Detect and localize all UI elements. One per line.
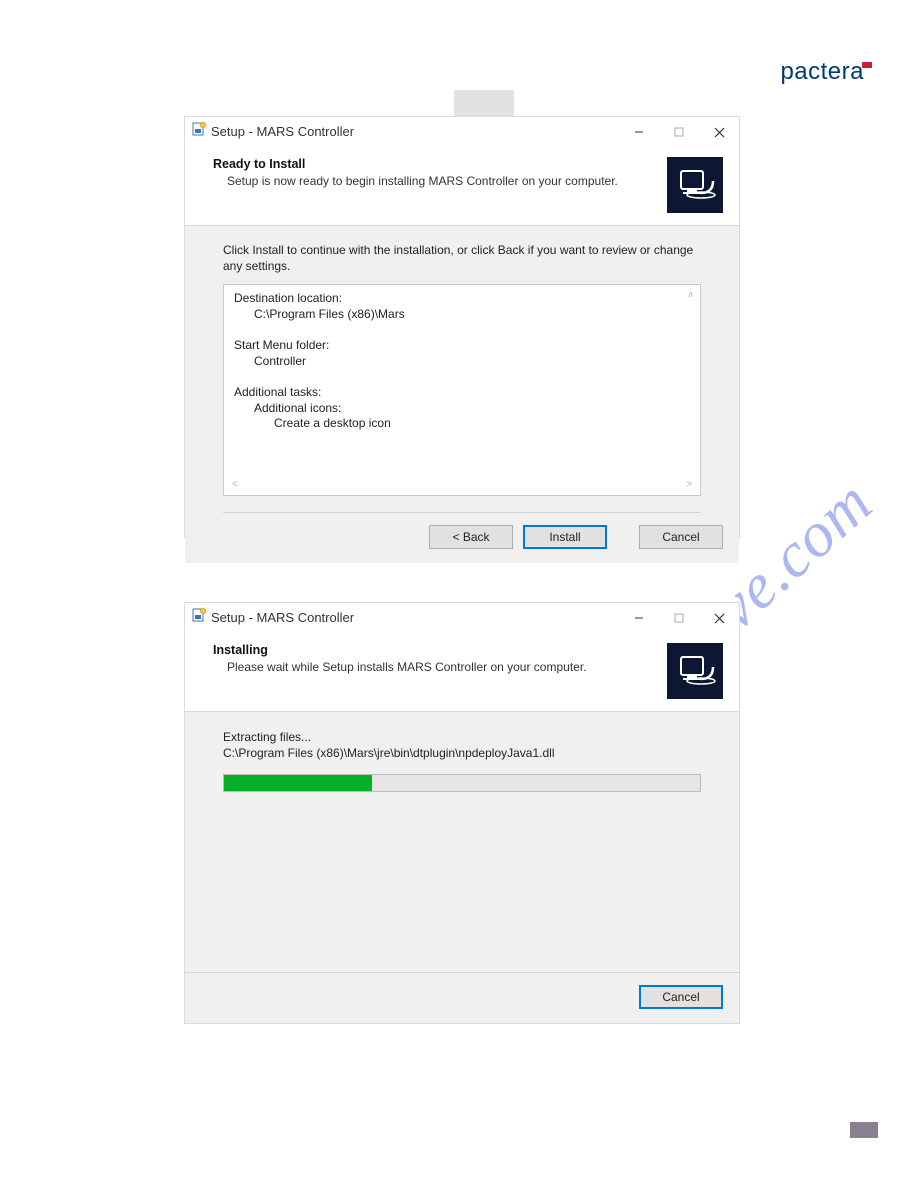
titlebar: Setup - MARS Controller xyxy=(185,603,739,633)
brand-accent-icon xyxy=(862,62,872,68)
wizard-header: Ready to Install Setup is now ready to b… xyxy=(185,147,739,226)
window-controls xyxy=(619,603,739,633)
button-row: Cancel xyxy=(185,972,739,1023)
scroll-up-icon[interactable]: ∧ xyxy=(687,289,694,301)
wizard-icon xyxy=(667,643,723,699)
wizard-header: Installing Please wait while Setup insta… xyxy=(185,633,739,712)
wizard-header-text: Ready to Install Setup is now ready to b… xyxy=(213,157,618,188)
minimize-button[interactable] xyxy=(619,603,659,633)
window-title: Setup - MARS Controller xyxy=(211,610,354,625)
button-row: < Back Install Cancel xyxy=(185,513,739,563)
install-summary: Destination location: C:\Program Files (… xyxy=(223,284,701,496)
wizard-content: Click Install to continue with the insta… xyxy=(185,226,739,513)
summary-tasks-item: Create a desktop icon xyxy=(274,416,690,432)
wizard-heading: Ready to Install xyxy=(213,157,618,171)
summary-startmenu-value: Controller xyxy=(254,354,690,370)
scroll-right-icon[interactable]: > xyxy=(686,478,692,491)
installer-icon xyxy=(191,121,207,142)
setup-dialog-installing: Setup - MARS Controller Installing Pleas… xyxy=(184,602,740,1024)
summary-startmenu-label: Start Menu folder: xyxy=(234,338,690,354)
summary-tasks-sub: Additional icons: xyxy=(254,401,690,417)
window-title: Setup - MARS Controller xyxy=(211,124,354,139)
maximize-button[interactable] xyxy=(659,117,699,147)
extract-path: C:\Program Files (x86)\Mars\jre\bin\dtpl… xyxy=(223,746,701,760)
redacted-block xyxy=(454,90,514,118)
wizard-subheading: Please wait while Setup installs MARS Co… xyxy=(227,660,587,674)
close-button[interactable] xyxy=(699,603,739,633)
wizard-header-text: Installing Please wait while Setup insta… xyxy=(213,643,587,674)
brand-text: pactera xyxy=(780,58,864,85)
wizard-icon xyxy=(667,157,723,213)
wizard-heading: Installing xyxy=(213,643,587,657)
close-button[interactable] xyxy=(699,117,739,147)
installer-icon xyxy=(191,607,207,628)
summary-dest-label: Destination location: xyxy=(234,291,690,307)
maximize-button[interactable] xyxy=(659,603,699,633)
spacer xyxy=(617,525,629,549)
minimize-button[interactable] xyxy=(619,117,659,147)
cancel-button[interactable]: Cancel xyxy=(639,525,723,549)
page-corner xyxy=(850,1122,878,1138)
progress-bar xyxy=(223,774,701,792)
progress-fill xyxy=(224,775,372,791)
brand-logo: pactera xyxy=(780,58,872,86)
window-controls xyxy=(619,117,739,147)
extract-label: Extracting files... xyxy=(223,730,701,744)
summary-tasks-label: Additional tasks: xyxy=(234,385,690,401)
titlebar: Setup - MARS Controller xyxy=(185,117,739,147)
wizard-content: Extracting files... C:\Program Files (x8… xyxy=(185,712,739,792)
summary-dest-value: C:\Program Files (x86)\Mars xyxy=(254,307,690,323)
install-intro: Click Install to continue with the insta… xyxy=(223,242,701,274)
wizard-subheading: Setup is now ready to begin installing M… xyxy=(227,174,618,188)
cancel-button[interactable]: Cancel xyxy=(639,985,723,1009)
setup-dialog-ready: Setup - MARS Controller Ready to Install… xyxy=(184,116,740,538)
install-button[interactable]: Install xyxy=(523,525,607,549)
back-button[interactable]: < Back xyxy=(429,525,513,549)
scroll-left-icon[interactable]: < xyxy=(232,478,238,491)
